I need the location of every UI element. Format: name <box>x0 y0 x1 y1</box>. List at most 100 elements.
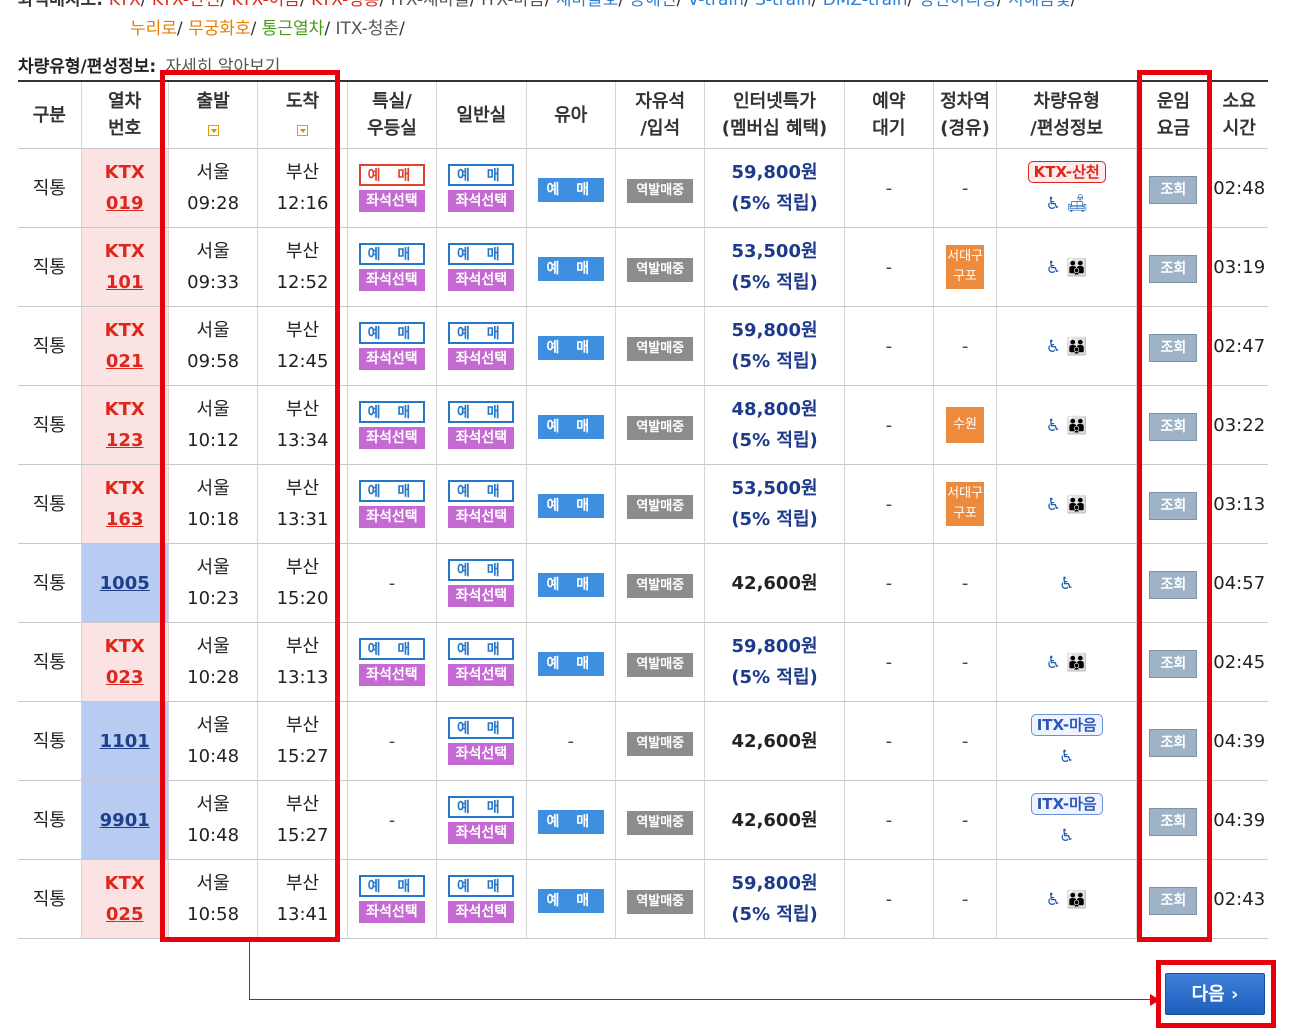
legend-link[interactable]: 누리로 <box>130 19 177 39</box>
infant-reserve-button[interactable]: 예 매 <box>537 177 604 202</box>
general-seat-select-button[interactable]: 좌석선택 <box>448 901 515 923</box>
train-number-link[interactable]: 101 <box>82 267 168 298</box>
fare-lookup-button[interactable]: 조회 <box>1149 175 1198 204</box>
fare-lookup-button[interactable]: 조회 <box>1149 649 1198 678</box>
general-seat-select-button[interactable]: 좌석선택 <box>448 348 515 370</box>
fare-lookup-button[interactable]: 조회 <box>1149 333 1198 362</box>
cell-stops: 서대구 구포 <box>933 464 997 544</box>
legend-link[interactable]: ITX-새마을 <box>391 0 470 10</box>
general-seat-select-button[interactable]: 좌석선택 <box>448 585 515 607</box>
special-reserve-button[interactable]: 예 매 <box>358 875 425 897</box>
general-reserve-button[interactable]: 예 매 <box>448 480 515 502</box>
sort-down-icon[interactable] <box>297 125 309 136</box>
special-reserve-button[interactable]: 예 매 <box>358 164 425 186</box>
vehicle-type-badge[interactable]: ITX-마음 <box>1030 793 1103 815</box>
general-reserve-button[interactable]: 예 매 <box>448 401 515 423</box>
fare-lookup-button[interactable]: 조회 <box>1149 728 1198 757</box>
legend-link[interactable]: ITX-마음 <box>481 0 545 10</box>
special-seat-select-button[interactable]: 좌석선택 <box>358 348 425 370</box>
legend-link[interactable]: KTX-청룡 <box>311 0 379 10</box>
fare-lookup-button[interactable]: 조회 <box>1149 254 1198 283</box>
train-number-link[interactable]: 023 <box>82 662 168 693</box>
fare-lookup-button[interactable]: 조회 <box>1149 886 1198 915</box>
next-button[interactable]: 다음 › <box>1165 973 1265 1015</box>
dash-text: - <box>961 651 969 673</box>
general-reserve-button[interactable]: 예 매 <box>448 559 515 581</box>
fare-lookup-button[interactable]: 조회 <box>1149 570 1198 599</box>
special-seat-select-button[interactable]: 좌석선택 <box>358 269 425 291</box>
legend-link[interactable]: 정선아리랑 <box>919 0 997 10</box>
stop-station-badge[interactable]: 서대구 구포 <box>946 481 985 526</box>
legend-link[interactable]: 무궁화호 <box>188 19 251 39</box>
fare-lookup-button[interactable]: 조회 <box>1149 412 1198 441</box>
fare-lookup-button[interactable]: 조회 <box>1149 807 1198 836</box>
train-number-link[interactable]: 163 <box>82 504 168 535</box>
general-reserve-button[interactable]: 예 매 <box>448 164 515 186</box>
legend-link[interactable]: 새마을호 <box>556 0 619 10</box>
special-seat-select-button[interactable]: 좌석선택 <box>358 427 425 449</box>
header-depart[interactable]: 출발 <box>167 81 258 149</box>
general-seat-select-button[interactable]: 좌석선택 <box>448 190 515 212</box>
special-reserve-button[interactable]: 예 매 <box>358 401 425 423</box>
train-number-link[interactable]: 021 <box>82 346 168 377</box>
sort-down-icon[interactable] <box>207 125 219 136</box>
general-reserve-button[interactable]: 예 매 <box>448 717 515 739</box>
infant-reserve-button[interactable]: 예 매 <box>537 888 604 913</box>
legend-link[interactable]: 공해전 <box>630 0 677 10</box>
infant-reserve-button[interactable]: 예 매 <box>537 809 604 834</box>
internet-price: 53,500원 <box>731 241 818 262</box>
depart-station: 서울 <box>196 715 230 736</box>
special-reserve-button[interactable]: 예 매 <box>358 480 425 502</box>
legend-link[interactable]: ITX-청춘 <box>335 19 399 39</box>
special-seat-select-button[interactable]: 좌석선택 <box>358 190 425 212</box>
legend-link[interactable]: 통근열차 <box>262 19 325 39</box>
infant-reserve-button[interactable]: 예 매 <box>537 493 604 518</box>
legend-link[interactable]: KTX-이음 <box>232 0 300 10</box>
general-reserve-button[interactable]: 예 매 <box>448 796 515 818</box>
legend-link[interactable]: S-train <box>755 0 812 10</box>
vehicle-info-link[interactable]: 자세히 알아보기 <box>166 57 281 77</box>
infant-reserve-button[interactable]: 예 매 <box>537 256 604 281</box>
general-reserve-button[interactable]: 예 매 <box>448 638 515 660</box>
train-number-link[interactable]: 019 <box>82 188 168 219</box>
infant-reserve-button[interactable]: 예 매 <box>537 335 604 360</box>
infant-reserve-button[interactable]: 예 매 <box>537 414 604 439</box>
general-seat-select-button[interactable]: 좌석선택 <box>448 822 515 844</box>
general-seat-select-button[interactable]: 좌석선택 <box>448 269 515 291</box>
legend-link[interactable]: DMZ-train <box>823 0 908 10</box>
special-reserve-button[interactable]: 예 매 <box>358 638 425 660</box>
train-number-link[interactable]: 9901 <box>82 805 168 836</box>
general-seat-select-button[interactable]: 좌석선택 <box>448 743 515 765</box>
special-seat-select-button[interactable]: 좌석선택 <box>358 664 425 686</box>
train-number-link[interactable]: 1005 <box>82 568 168 599</box>
train-number-link[interactable]: 025 <box>82 899 168 930</box>
legend-link[interactable]: 서해금빛 <box>1008 0 1071 10</box>
train-number-link[interactable]: 1101 <box>82 726 168 757</box>
vehicle-type-badge[interactable]: KTX-산천 <box>1027 161 1106 183</box>
header-arrive[interactable]: 도착 <box>257 81 348 149</box>
general-seat-select-button[interactable]: 좌석선택 <box>448 664 515 686</box>
legend-link[interactable]: V-train <box>688 0 744 10</box>
general-reserve-button[interactable]: 예 매 <box>448 322 515 344</box>
general-seat-select-button[interactable]: 좌석선택 <box>448 506 515 528</box>
stop-station-badge[interactable]: 수원 <box>946 407 985 443</box>
general-reserve-button[interactable]: 예 매 <box>448 243 515 265</box>
legend-link[interactable]: KTX-산천 <box>152 0 220 10</box>
arrow-head-icon <box>1150 994 1160 1006</box>
train-number-link[interactable]: 123 <box>82 425 168 456</box>
vehicle-type-badge[interactable]: ITX-마음 <box>1030 714 1103 736</box>
special-seat-select-button[interactable]: 좌석선택 <box>358 506 425 528</box>
infant-reserve-button[interactable]: 예 매 <box>537 572 604 597</box>
infant-reserve-button[interactable]: 예 매 <box>537 651 604 676</box>
general-seat-select-button[interactable]: 좌석선택 <box>448 427 515 449</box>
legend-label: 좌석배치도: <box>18 0 109 10</box>
legend-link[interactable]: KTX <box>109 0 141 10</box>
vehicle-amenity-icons: ♿ <box>1059 747 1075 767</box>
special-seat-select-button[interactable]: 좌석선택 <box>358 901 425 923</box>
stop-station-badge[interactable]: 서대구 구포 <box>946 244 985 289</box>
special-reserve-button[interactable]: 예 매 <box>358 322 425 344</box>
special-reserve-button[interactable]: 예 매 <box>358 243 425 265</box>
fare-lookup-button[interactable]: 조회 <box>1149 491 1198 520</box>
general-reserve-button[interactable]: 예 매 <box>448 875 515 897</box>
header-infant: 유아 <box>525 81 616 149</box>
